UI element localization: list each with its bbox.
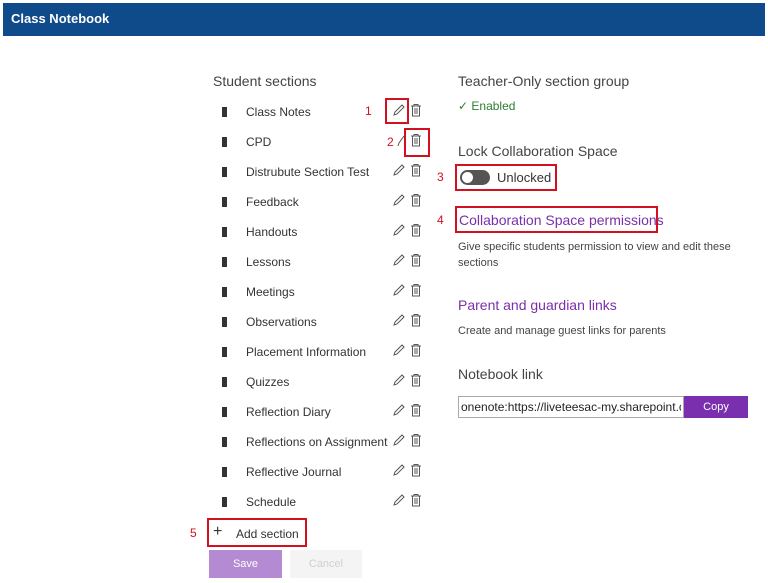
pencil-icon[interactable] <box>392 433 406 447</box>
section-row: Observations <box>222 307 427 337</box>
trash-icon[interactable] <box>410 463 422 477</box>
section-name: CPD <box>246 135 272 149</box>
app-header: Class Notebook <box>3 3 765 36</box>
section-row: Reflective Journal <box>222 457 427 487</box>
lock-title: Lock Collaboration Space <box>458 143 618 159</box>
parent-guardian-link[interactable]: Parent and guardian links <box>458 297 617 313</box>
pencil-icon[interactable] <box>392 253 406 267</box>
trash-icon[interactable] <box>410 283 422 297</box>
section-name: Handouts <box>246 225 298 239</box>
pencil-icon[interactable] <box>392 223 406 237</box>
trash-icon[interactable] <box>410 433 422 447</box>
parent-guardian-description: Create and manage guest links for parent… <box>458 325 666 337</box>
section-icon <box>222 467 227 477</box>
annotation-number-3: 3 <box>437 170 444 184</box>
collaboration-permissions-description-line: sections <box>458 257 499 269</box>
pencil-icon[interactable] <box>392 403 406 417</box>
section-icon <box>222 197 227 207</box>
section-icon <box>222 227 227 237</box>
annotation-box-edit <box>385 98 409 124</box>
notebook-link-title: Notebook link <box>458 366 543 382</box>
pencil-icon[interactable] <box>392 313 406 327</box>
lock-toggle-label: Unlocked <box>497 170 552 185</box>
trash-icon[interactable] <box>410 163 422 177</box>
section-name: Placement Information <box>246 345 367 359</box>
cancel-button[interactable]: Cancel <box>290 550 362 578</box>
section-icon <box>222 257 227 267</box>
annotation-number-2: 2 <box>387 135 394 149</box>
section-icon <box>222 407 227 417</box>
student-sections-title: Student sections <box>213 73 317 89</box>
copy-button[interactable]: Copy <box>684 396 748 418</box>
pencil-icon[interactable] <box>392 373 406 387</box>
collaboration-permissions-description-line: Give specific students permission to vie… <box>458 241 731 253</box>
check-icon: ✓ <box>458 99 469 113</box>
section-icon <box>222 347 227 357</box>
trash-icon[interactable] <box>410 313 422 327</box>
teacher-only-status: ✓ Enabled <box>458 99 515 113</box>
section-icon <box>222 317 227 327</box>
section-name: Reflective Journal <box>246 465 342 479</box>
notebook-link-input[interactable] <box>458 396 684 418</box>
section-icon <box>222 437 227 447</box>
section-row: Meetings <box>222 277 427 307</box>
lock-toggle[interactable] <box>460 170 490 185</box>
trash-icon[interactable] <box>410 193 422 207</box>
section-name: Distrubute Section Test <box>246 165 370 179</box>
section-name: Reflection Diary <box>246 405 331 419</box>
add-section-button[interactable]: + Add section <box>213 523 305 543</box>
trash-icon[interactable] <box>410 403 422 417</box>
plus-icon: + <box>213 523 223 540</box>
toggle-knob <box>462 172 473 183</box>
section-name: Reflections on Assignment <box>246 435 388 449</box>
section-name: Quizzes <box>246 375 290 389</box>
section-row: Lessons <box>222 247 427 277</box>
annotation-number-4: 4 <box>437 213 444 227</box>
section-icon <box>222 107 227 117</box>
trash-icon[interactable] <box>410 223 422 237</box>
annotation-number-5: 5 <box>190 526 197 540</box>
trash-icon[interactable] <box>410 343 422 357</box>
pencil-icon[interactable] <box>392 283 406 297</box>
pencil-icon[interactable] <box>392 163 406 177</box>
pencil-icon[interactable] <box>392 493 406 507</box>
section-icon <box>222 137 227 147</box>
section-name: Lessons <box>246 255 291 269</box>
section-row: Schedule <box>222 487 427 517</box>
collaboration-permissions-description: Give specific students permission to vie… <box>458 239 731 271</box>
section-row: Placement Information <box>222 337 427 367</box>
trash-icon[interactable] <box>410 103 422 117</box>
section-name: Schedule <box>246 495 297 509</box>
section-icon <box>222 497 227 507</box>
teacher-only-title: Teacher-Only section group <box>458 73 630 89</box>
annotation-box-delete <box>404 128 430 157</box>
section-name: Meetings <box>246 285 295 299</box>
app-title: Class Notebook <box>11 11 110 26</box>
section-row: Feedback <box>222 187 427 217</box>
section-icon <box>222 287 227 297</box>
section-row: Quizzes <box>222 367 427 397</box>
status-text: Enabled <box>471 99 516 113</box>
add-section-label: Add section <box>236 527 299 541</box>
section-row: Reflections on Assignment <box>222 427 427 457</box>
section-list: Class Notes CPD Distrubute Section Test … <box>222 97 427 517</box>
pencil-icon[interactable] <box>392 193 406 207</box>
section-row: Reflection Diary <box>222 397 427 427</box>
pencil-icon[interactable] <box>392 343 406 357</box>
section-row: Handouts <box>222 217 427 247</box>
trash-icon[interactable] <box>410 373 422 387</box>
section-name: Observations <box>246 315 317 329</box>
annotation-number-1: 1 <box>365 104 372 118</box>
section-icon <box>222 167 227 177</box>
trash-icon[interactable] <box>410 493 422 507</box>
section-name: Feedback <box>246 195 299 209</box>
save-button[interactable]: Save <box>209 550 282 578</box>
pencil-icon[interactable] <box>392 463 406 477</box>
section-icon <box>222 377 227 387</box>
trash-icon[interactable] <box>410 253 422 267</box>
section-row: Distrubute Section Test <box>222 157 427 187</box>
collaboration-permissions-link[interactable]: Collaboration Space permissions <box>459 212 664 228</box>
